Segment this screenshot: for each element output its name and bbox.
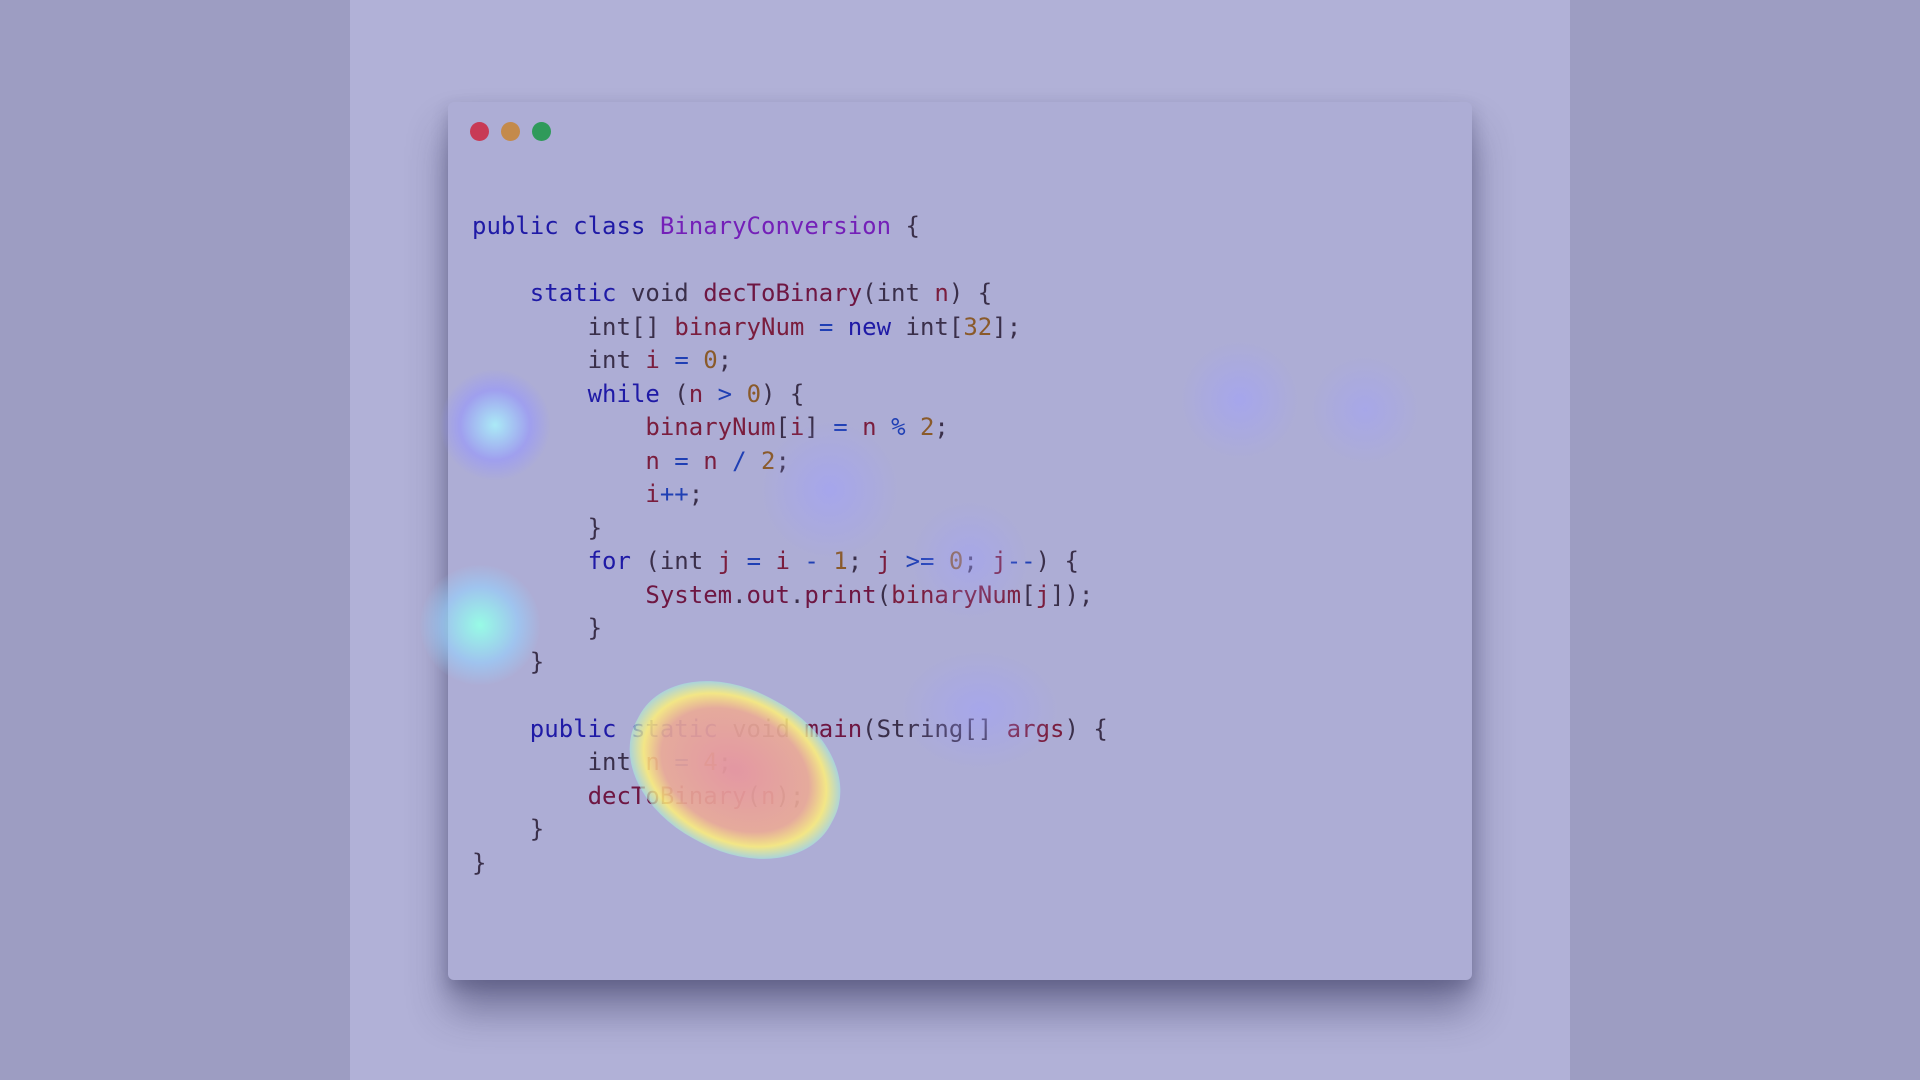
code-line: public class BinaryConversion {: [472, 212, 920, 240]
code-line: }: [529, 815, 545, 843]
code-line: int[] binaryNum = new int[32];: [587, 312, 1022, 341]
maximize-dot-icon[interactable]: [532, 122, 551, 141]
code-line: n = n / 2;: [645, 446, 790, 475]
code-line: }: [472, 848, 487, 877]
code-line: i++;: [645, 480, 704, 508]
window-controls: [470, 122, 551, 141]
code-line: while (n > 0) {: [587, 379, 805, 408]
code-line: binaryNum[i] = n % 2;: [645, 413, 949, 441]
code-line: }: [587, 513, 603, 542]
minimize-dot-icon[interactable]: [501, 122, 520, 141]
code-block: public class BinaryConversion { static v…: [472, 210, 1108, 880]
close-dot-icon[interactable]: [470, 122, 489, 141]
code-window: public class BinaryConversion { static v…: [448, 102, 1472, 980]
code-line: decToBinary(n);: [587, 781, 805, 810]
code-line: for (int j = i - 1; j >= 0; j--) {: [587, 547, 1079, 575]
code-line: public static void main(String[] args) {: [529, 714, 1108, 743]
code-line: }: [529, 647, 545, 676]
code-line: int i = 0;: [587, 346, 733, 374]
code-line: static void decToBinary(int n) {: [529, 279, 993, 307]
code-line: }: [587, 614, 603, 642]
code-line: System.out.print(binaryNum[j]);: [645, 580, 1094, 609]
code-line: int n = 4;: [587, 748, 733, 776]
